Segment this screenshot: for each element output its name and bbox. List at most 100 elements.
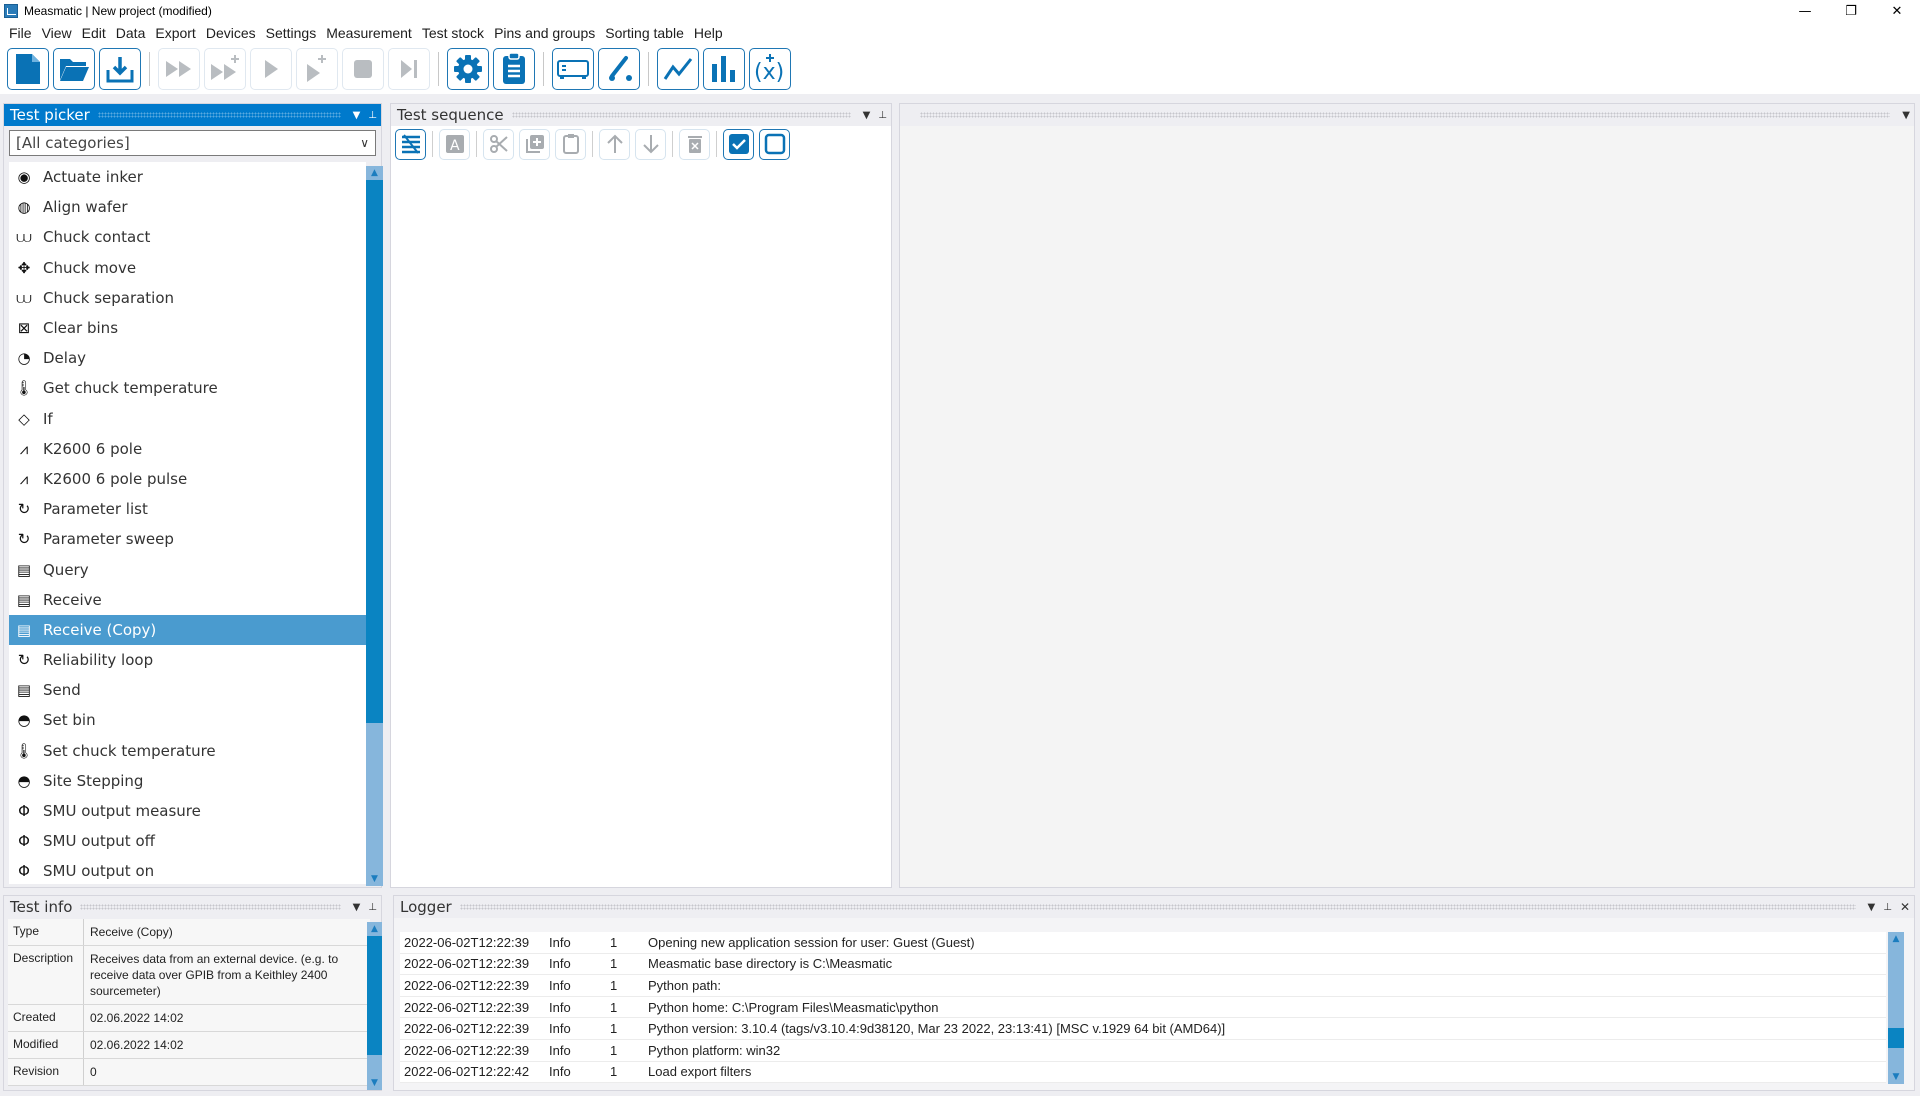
paste-button[interactable]	[555, 128, 586, 160]
log-row[interactable]: 2022-06-02T12:22:39 Info 1 Python path:	[400, 975, 1886, 997]
duplicate-button[interactable]	[519, 128, 550, 160]
log-row[interactable]: 2022-06-02T12:22:39 Info 1 Python home: …	[400, 997, 1886, 1019]
run-plus-button[interactable]	[296, 48, 338, 90]
list-item[interactable]: ◓ Set bin	[9, 705, 366, 735]
list-item[interactable]: ◉ Actuate inker	[9, 162, 366, 192]
list-item[interactable]: ↻ Reliability loop	[9, 645, 366, 675]
list-item[interactable]: Φ SMU output off	[9, 826, 366, 856]
save-project-button[interactable]	[99, 48, 141, 90]
log-row[interactable]: 2022-06-02T12:22:39 Info 1 Measmatic bas…	[400, 954, 1886, 976]
scroll-down-icon[interactable]: ▼	[1888, 1070, 1904, 1084]
menu-view[interactable]: View	[37, 25, 77, 41]
list-item[interactable]: 🌡 Get chuck temperature	[9, 373, 366, 403]
menu-export[interactable]: Export	[150, 25, 200, 41]
menu-help[interactable]: Help	[689, 25, 728, 41]
panel-menu-icon[interactable]: ▼	[349, 110, 365, 121]
list-item[interactable]: ↻ Parameter sweep	[9, 524, 366, 554]
stop-button[interactable]	[342, 48, 384, 90]
test-info-scrollbar[interactable]: ▲ ▼	[367, 922, 382, 1090]
list-item[interactable]: ⊠ Clear bins	[9, 313, 366, 343]
test-plan-button[interactable]	[493, 48, 535, 90]
list-item[interactable]: ◓ Site Stepping	[9, 766, 366, 796]
scroll-down-icon[interactable]: ▼	[366, 872, 383, 886]
list-item[interactable]: ◇ If	[9, 404, 366, 434]
menu-devices[interactable]: Devices	[201, 25, 261, 41]
line-chart-button[interactable]	[657, 48, 699, 90]
log-row[interactable]: 2022-06-02T12:22:39 Info 1 Opening new a…	[400, 932, 1886, 954]
rename-button[interactable]: A	[439, 128, 470, 160]
scrollbar-thumb[interactable]	[1888, 1028, 1904, 1048]
panel-menu-icon[interactable]: ▼	[349, 902, 365, 913]
run-all-button[interactable]	[158, 48, 200, 90]
open-project-button[interactable]	[53, 48, 95, 90]
close-button[interactable]: ✕	[1874, 0, 1920, 22]
list-item[interactable]: ⩊ Chuck contact	[9, 222, 366, 252]
log-row[interactable]: 2022-06-02T12:22:42 Info 1 Load export f…	[400, 1062, 1886, 1084]
log-row[interactable]: 2022-06-02T12:22:39 Info 1 Python platfo…	[400, 1040, 1886, 1062]
delete-button[interactable]	[679, 128, 710, 160]
restore-button[interactable]: ❐	[1828, 0, 1874, 22]
log-row[interactable]: 2022-06-02T12:22:39 Info 1 Python versio…	[400, 1018, 1886, 1040]
panel-menu-icon[interactable]: ▼	[1898, 110, 1914, 121]
list-item[interactable]: ▤ Query	[9, 554, 366, 584]
list-item[interactable]: ⩘ K2600 6 pole pulse	[9, 464, 366, 494]
menu-settings[interactable]: Settings	[261, 25, 322, 41]
list-item[interactable]: ↻ Parameter list	[9, 494, 366, 524]
check-all-button[interactable]	[723, 128, 754, 160]
menu-file[interactable]: File	[4, 25, 37, 41]
move-down-button[interactable]	[635, 128, 666, 160]
scroll-up-icon[interactable]: ▲	[366, 166, 383, 180]
run-button[interactable]	[250, 48, 292, 90]
scrollbar-thumb[interactable]	[367, 936, 382, 1055]
pin-icon[interactable]: ⊥	[364, 110, 381, 121]
drag-grip[interactable]	[459, 904, 1856, 910]
drag-grip[interactable]	[80, 904, 341, 910]
menu-sorting-table[interactable]: Sorting table	[600, 25, 689, 41]
list-item[interactable]: ⩘ K2600 6 pole	[9, 434, 366, 464]
scroll-down-icon[interactable]: ▼	[367, 1076, 382, 1090]
scrollbar-thumb[interactable]	[366, 180, 383, 723]
list-item[interactable]: Φ SMU output on	[9, 856, 366, 884]
panel-menu-icon[interactable]: ▼	[1864, 902, 1880, 913]
settings-button[interactable]	[447, 48, 489, 90]
list-item[interactable]: ⩊ Chuck separation	[9, 283, 366, 313]
list-item[interactable]: ✥ Chuck move	[9, 253, 366, 283]
list-item[interactable]: ▤ Send	[9, 675, 366, 705]
list-item[interactable]: ◔ Delay	[9, 343, 366, 373]
menu-edit[interactable]: Edit	[77, 25, 111, 41]
menu-pins-and-groups[interactable]: Pins and groups	[489, 25, 600, 41]
drag-grip[interactable]	[511, 112, 851, 118]
test-list-scrollbar[interactable]: ▲ ▼	[366, 166, 383, 886]
pin-icon[interactable]: ⊥	[874, 110, 891, 121]
probe-button[interactable]	[598, 48, 640, 90]
new-project-button[interactable]	[7, 48, 49, 90]
run-all-plus-button[interactable]	[204, 48, 246, 90]
list-item[interactable]: 🌡 Set chuck temperature	[9, 736, 366, 766]
close-panel-icon[interactable]: ✕	[1896, 900, 1914, 914]
cut-button[interactable]	[483, 128, 514, 160]
menu-test-stock[interactable]: Test stock	[417, 25, 489, 41]
list-item[interactable]: ▤ Receive	[9, 585, 366, 615]
drag-grip[interactable]	[920, 112, 1891, 118]
collapse-list-button[interactable]	[395, 128, 426, 160]
devices-button[interactable]	[552, 48, 594, 90]
bar-chart-button[interactable]	[703, 48, 745, 90]
category-dropdown[interactable]: [All categories] ∨	[9, 130, 376, 156]
step-button[interactable]	[388, 48, 430, 90]
drag-grip[interactable]	[97, 112, 341, 118]
pin-icon[interactable]: ⊥	[1879, 902, 1896, 913]
scroll-up-icon[interactable]: ▲	[367, 922, 382, 936]
list-item[interactable]: Φ SMU output measure	[9, 796, 366, 826]
logger-scrollbar[interactable]: ▲ ▼	[1888, 932, 1904, 1084]
sequence-tree-area[interactable]	[391, 162, 891, 887]
list-item[interactable]: ◍ Align wafer	[9, 192, 366, 222]
scroll-up-icon[interactable]: ▲	[1888, 932, 1904, 946]
panel-menu-icon[interactable]: ▼	[859, 110, 875, 121]
move-up-button[interactable]	[599, 128, 630, 160]
menu-measurement[interactable]: Measurement	[321, 25, 417, 41]
pin-icon[interactable]: ⊥	[364, 902, 381, 913]
list-item-selected[interactable]: ▤ Receive (Copy)	[9, 614, 366, 645]
uncheck-all-button[interactable]	[759, 128, 790, 160]
minimize-button[interactable]: —	[1782, 0, 1828, 22]
menu-data[interactable]: Data	[111, 25, 151, 41]
